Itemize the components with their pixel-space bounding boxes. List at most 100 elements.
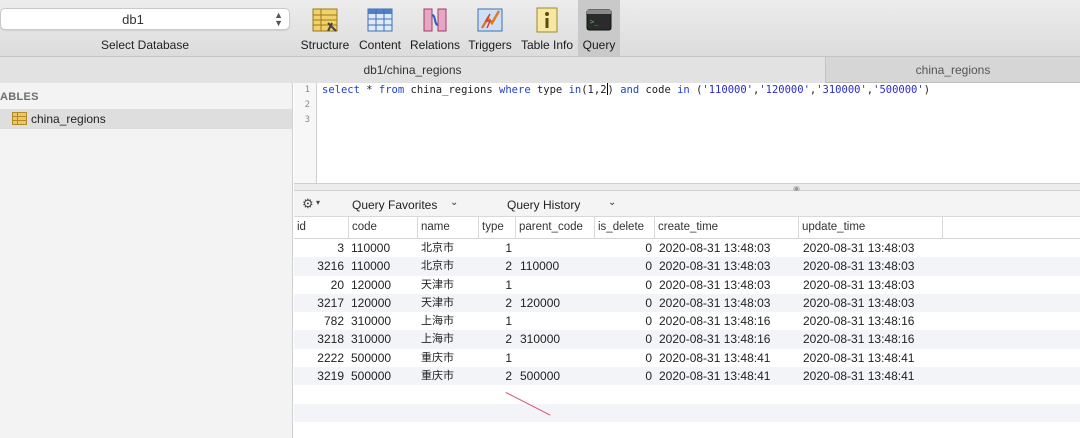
table-cell-parent-code[interactable]: 120000 xyxy=(516,294,595,312)
table-cell-name[interactable]: 北京市 xyxy=(418,239,479,257)
table-cell-code[interactable]: 310000 xyxy=(349,330,418,348)
table-cell-parent-code[interactable]: 310000 xyxy=(516,330,595,348)
table-row[interactable]: 3216 110000 北京市 2 110000 0 2020-08-31 13:48:03… xyxy=(294,257,1080,276)
table-cell-is-delete[interactable]: 0 xyxy=(595,239,655,257)
table-cell-name[interactable]: 上海市 xyxy=(418,312,479,330)
editor-results-splitter[interactable]: ◉ xyxy=(294,183,1080,193)
table-cell-type[interactable]: 2 xyxy=(479,367,516,385)
table-cell-parent-code[interactable]: 110000 xyxy=(516,257,595,275)
table-cell-create-time[interactable]: 2020-08-31 13:48:16 xyxy=(655,330,799,348)
database-select-value: db1 xyxy=(122,12,144,27)
triggers-label: Triggers xyxy=(468,38,512,52)
table-row[interactable]: 2222 500000 重庆市 1 0 2020-08-31 13:48:41 2020-0… xyxy=(294,349,1080,367)
column-header-type[interactable]: type xyxy=(479,217,516,239)
table-cell-update-time[interactable]: 2020-08-31 13:48:41 xyxy=(799,349,943,367)
column-header-create-time[interactable]: create_time xyxy=(655,217,799,239)
structure-button[interactable]: Structure xyxy=(298,0,352,56)
table-cell-code[interactable]: 110000 xyxy=(349,257,418,275)
table-row[interactable]: 3217 120000 天津市 2 120000 0 2020-08-31 13:48:03… xyxy=(294,293,1080,313)
table-cell-type[interactable]: 2 xyxy=(479,257,516,275)
table-cell-is-delete[interactable]: 0 xyxy=(595,330,655,348)
table-cell-create-time[interactable]: 2020-08-31 13:48:03 xyxy=(655,239,799,257)
table-cell-is-delete[interactable]: 0 xyxy=(595,349,655,367)
table-cell-type[interactable]: 1 xyxy=(479,239,516,257)
table-cell-update-time[interactable]: 2020-08-31 13:48:03 xyxy=(799,239,943,257)
table-cell-id[interactable]: 2222 xyxy=(294,349,349,367)
table-cell-is-delete[interactable]: 0 xyxy=(595,312,655,330)
table-cell-code[interactable]: 120000 xyxy=(349,294,418,312)
table-cell-parent-code[interactable] xyxy=(516,312,595,330)
table-cell-is-delete[interactable]: 0 xyxy=(595,257,655,275)
triggers-button[interactable]: Triggers xyxy=(465,0,515,56)
query-button[interactable]: >_ Query xyxy=(578,0,620,56)
table-cell-id[interactable]: 782 xyxy=(294,312,349,330)
content-label: Content xyxy=(358,38,402,52)
sidebar-item-china-regions[interactable]: china_regions xyxy=(0,109,292,129)
column-header-id[interactable]: id xyxy=(294,217,349,239)
table-cell-id[interactable]: 3217 xyxy=(294,294,349,312)
table-row[interactable]: 782 310000 上海市 1 0 2020-08-31 13:48:16 2020-08… xyxy=(294,312,1080,330)
table-cell-update-time[interactable]: 2020-08-31 13:48:16 xyxy=(799,330,943,348)
column-header-update-time[interactable]: update_time xyxy=(799,217,943,239)
table-cell-parent-code[interactable] xyxy=(516,239,595,257)
table-cell-update-time[interactable]: 2020-08-31 13:48:03 xyxy=(799,276,943,294)
content-button[interactable]: Content xyxy=(356,0,404,56)
query-favorites-button[interactable]: Query Favorites xyxy=(352,198,437,212)
table-cell-type[interactable]: 1 xyxy=(479,349,516,367)
tab-db1-china-regions[interactable]: db1/china_regions xyxy=(0,57,826,83)
table-cell-parent-code[interactable] xyxy=(516,349,595,367)
tab-china-regions[interactable]: china_regions xyxy=(826,57,1080,83)
table-cell-code[interactable]: 110000 xyxy=(349,239,418,257)
table-cell-is-delete[interactable]: 0 xyxy=(595,367,655,385)
table-cell-is-delete[interactable]: 0 xyxy=(595,276,655,294)
table-cell-name[interactable]: 上海市 xyxy=(418,330,479,348)
table-cell-id[interactable]: 3218 xyxy=(294,330,349,348)
table-cell-id[interactable]: 3 xyxy=(294,239,349,257)
query-history-button[interactable]: Query History xyxy=(507,198,580,212)
gear-icon[interactable]: ⚙ xyxy=(302,196,314,212)
table-row[interactable]: 3218 310000 上海市 2 310000 0 2020-08-31 13:48:16… xyxy=(294,330,1080,349)
table-cell-code[interactable]: 500000 xyxy=(349,349,418,367)
relations-button[interactable]: Relations xyxy=(408,0,462,56)
column-header-is-delete[interactable]: is_delete xyxy=(595,217,655,239)
column-header-code[interactable]: code xyxy=(349,217,418,239)
table-cell-parent-code[interactable]: 500000 xyxy=(516,367,595,385)
table-row[interactable]: 3219 500000 重庆市 2 500000 0 2020-08-31 13:48:41… xyxy=(294,367,1080,386)
table-cell-code[interactable]: 310000 xyxy=(349,312,418,330)
table-cell-code[interactable]: 120000 xyxy=(349,276,418,294)
table-info-button[interactable]: Table Info xyxy=(519,0,575,56)
table-cell-type[interactable]: 1 xyxy=(479,276,516,294)
query-editor[interactable]: 1 2 3 select * from china_regions where … xyxy=(294,83,1080,183)
table-cell-type[interactable]: 2 xyxy=(479,294,516,312)
table-cell-name[interactable]: 天津市 xyxy=(418,276,479,294)
table-cell-create-time[interactable]: 2020-08-31 13:48:41 xyxy=(655,367,799,385)
table-cell-name[interactable]: 天津市 xyxy=(418,294,479,312)
table-cell-type[interactable]: 2 xyxy=(479,330,516,348)
table-cell-is-delete[interactable]: 0 xyxy=(595,294,655,312)
table-cell-create-time[interactable]: 2020-08-31 13:48:41 xyxy=(655,349,799,367)
table-cell-update-time[interactable]: 2020-08-31 13:48:16 xyxy=(799,312,943,330)
table-cell-update-time[interactable]: 2020-08-31 13:48:03 xyxy=(799,257,943,275)
table-cell-name[interactable]: 北京市 xyxy=(418,257,479,275)
table-cell-update-time[interactable]: 2020-08-31 13:48:41 xyxy=(799,367,943,385)
query-text[interactable]: select * from china_regions where type i… xyxy=(322,83,930,98)
table-cell-id[interactable]: 3219 xyxy=(294,367,349,385)
table-cell-create-time[interactable]: 2020-08-31 13:48:16 xyxy=(655,312,799,330)
table-row[interactable]: 3 110000 北京市 1 0 2020-08-31 13:48:03 2020-08-3… xyxy=(294,239,1080,257)
table-cell-name[interactable]: 重庆市 xyxy=(418,367,479,385)
column-header-name[interactable]: name xyxy=(418,217,479,239)
column-header-parent-code[interactable]: parent_code xyxy=(516,217,595,239)
table-cell-create-time[interactable]: 2020-08-31 13:48:03 xyxy=(655,257,799,275)
table-cell-name[interactable]: 重庆市 xyxy=(418,349,479,367)
table-cell-update-time[interactable]: 2020-08-31 13:48:03 xyxy=(799,294,943,312)
table-cell-code[interactable]: 500000 xyxy=(349,367,418,385)
database-select[interactable]: db1 ▲ ▼ xyxy=(0,8,290,30)
table-cell-create-time[interactable]: 2020-08-31 13:48:03 xyxy=(655,294,799,312)
table-info-label: Table Info xyxy=(520,38,574,52)
table-cell-id[interactable]: 20 xyxy=(294,276,349,294)
table-cell-parent-code[interactable] xyxy=(516,276,595,294)
table-cell-create-time[interactable]: 2020-08-31 13:48:03 xyxy=(655,276,799,294)
table-cell-type[interactable]: 1 xyxy=(479,312,516,330)
table-cell-id[interactable]: 3216 xyxy=(294,257,349,275)
table-row[interactable]: 20 120000 天津市 1 0 2020-08-31 13:48:03 2020-08-… xyxy=(294,276,1080,294)
